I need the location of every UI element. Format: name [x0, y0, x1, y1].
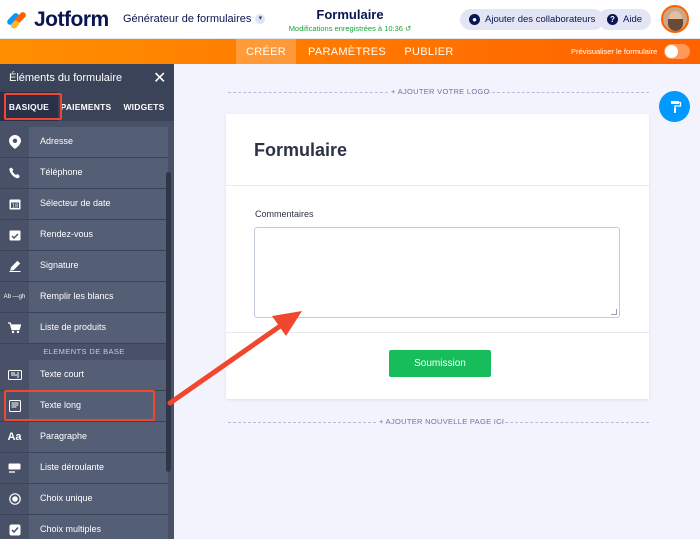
- element-product-list[interactable]: Liste de produits: [0, 313, 168, 344]
- tab-publish[interactable]: PUBLIER: [398, 39, 460, 64]
- element-address[interactable]: Adresse: [0, 127, 168, 158]
- dropdown-icon: [0, 453, 29, 483]
- calendar-check-icon: [0, 220, 29, 250]
- add-collaborators-button[interactable]: ● Ajouter des collaborateurs: [460, 9, 605, 30]
- element-label: Texte court: [40, 369, 85, 379]
- highlight-basic-tab: [4, 93, 62, 120]
- form-card: Formulaire Commentaires Soumission: [226, 114, 649, 399]
- comments-label[interactable]: Commentaires: [255, 209, 314, 219]
- help-button[interactable]: ? Aide: [598, 9, 652, 30]
- phone-icon: [0, 158, 29, 188]
- paint-roller-icon: [670, 100, 681, 113]
- paragraph-icon: Aa: [0, 422, 29, 452]
- tab-widgets[interactable]: WIDGETS: [114, 92, 174, 121]
- add-collaborators-label: Ajouter des collaborateurs: [485, 14, 596, 25]
- avatar[interactable]: [661, 5, 689, 33]
- comments-textarea[interactable]: [254, 227, 620, 318]
- radio-icon: [0, 484, 29, 514]
- jotform-logo[interactable]: Jotform: [5, 8, 109, 32]
- element-short-text[interactable]: Texte court: [0, 360, 168, 391]
- fill-blank-icon: Ab —gh: [0, 282, 29, 312]
- element-label: Remplir les blancs: [40, 291, 114, 301]
- element-label: Sélecteur de date: [40, 198, 111, 208]
- element-dropdown[interactable]: Liste déroulante: [0, 453, 168, 484]
- chevron-down-icon: ▾: [255, 14, 266, 24]
- tab-payments[interactable]: PAIEMENTS: [58, 92, 114, 121]
- sidebar-title: Éléments du formulaire: [9, 72, 123, 84]
- divider: [226, 332, 649, 333]
- jotform-logo-icon: [5, 10, 28, 30]
- tab-create[interactable]: CRÉER: [236, 39, 296, 64]
- element-signature[interactable]: Signature: [0, 251, 168, 282]
- cart-icon: [0, 313, 29, 343]
- short-text-icon: [0, 360, 29, 390]
- question-icon: ?: [607, 14, 618, 25]
- add-logo-label: + AJOUTER VOTRE LOGO: [391, 87, 490, 96]
- element-label: Signature: [40, 260, 79, 270]
- undo-icon[interactable]: ↺: [405, 24, 411, 33]
- form-title[interactable]: Formulaire: [270, 7, 430, 22]
- map-pin-icon: [0, 127, 29, 157]
- element-label: Téléphone: [40, 167, 83, 177]
- preview-label: Prévisualiser le formulaire: [571, 47, 658, 56]
- element-label: Adresse: [40, 136, 74, 146]
- pen-icon: [0, 251, 29, 281]
- builder-menu-label: Générateur de formulaires: [123, 13, 252, 25]
- section-label: ELEMENTS DE BASE: [0, 344, 168, 360]
- resize-handle-icon[interactable]: [611, 309, 617, 315]
- element-label: Choix unique: [40, 493, 93, 503]
- close-icon[interactable]: ✕: [153, 68, 166, 88]
- element-label: Choix multiples: [40, 524, 102, 534]
- user-icon: ●: [469, 14, 480, 25]
- element-appointment[interactable]: Rendez-vous: [0, 220, 168, 251]
- save-status: Modifications enregistrées à 10:36 ↺: [270, 24, 430, 33]
- element-date-picker[interactable]: 18 Sélecteur de date: [0, 189, 168, 220]
- logo-text: Jotform: [34, 8, 109, 31]
- element-label: Liste déroulante: [40, 462, 105, 472]
- form-designer-button[interactable]: [659, 91, 690, 122]
- element-list: Adresse Téléphone 18 Sélecteur de date R…: [0, 127, 168, 539]
- save-status-text: Modifications enregistrées à 10:36: [288, 24, 403, 33]
- add-page-link[interactable]: + AJOUTER NOUVELLE PAGE ICI: [228, 417, 649, 427]
- builder-menu[interactable]: Générateur de formulaires ▾: [123, 13, 266, 25]
- form-heading[interactable]: Formulaire: [254, 140, 347, 161]
- top-bar: Jotform Générateur de formulaires ▾ Form…: [0, 0, 700, 39]
- add-logo-link[interactable]: + AJOUTER VOTRE LOGO: [228, 87, 649, 97]
- svg-text:18: 18: [11, 203, 17, 209]
- element-multiple-choice[interactable]: Choix multiples: [0, 515, 168, 539]
- sidebar-header: Éléments du formulaire ✕: [0, 64, 174, 92]
- preview-toggle[interactable]: [664, 44, 690, 59]
- form-title-block: Formulaire Modifications enregistrées à …: [270, 7, 430, 33]
- calendar-icon: 18: [0, 189, 29, 219]
- sidebar-scrollbar[interactable]: [166, 172, 171, 472]
- form-elements-sidebar: Éléments du formulaire ✕ BASIQUE PAIEMEN…: [0, 64, 174, 539]
- highlight-long-text: [4, 390, 155, 421]
- element-single-choice[interactable]: Choix unique: [0, 484, 168, 515]
- element-paragraph[interactable]: Aa Paragraphe: [0, 422, 168, 453]
- tab-settings[interactable]: PARAMÈTRES: [302, 39, 392, 64]
- element-label: Rendez-vous: [40, 229, 94, 239]
- form-header[interactable]: Formulaire: [226, 114, 649, 186]
- element-fill-blanks[interactable]: Ab —gh Remplir les blancs: [0, 282, 168, 313]
- add-page-label: + AJOUTER NOUVELLE PAGE ICI: [379, 417, 505, 426]
- help-label: Aide: [623, 14, 643, 25]
- element-phone[interactable]: Téléphone: [0, 158, 168, 189]
- submit-button[interactable]: Soumission: [389, 350, 491, 377]
- checkbox-icon: [0, 515, 29, 539]
- element-label: Liste de produits: [40, 322, 107, 332]
- element-label: Paragraphe: [40, 431, 88, 441]
